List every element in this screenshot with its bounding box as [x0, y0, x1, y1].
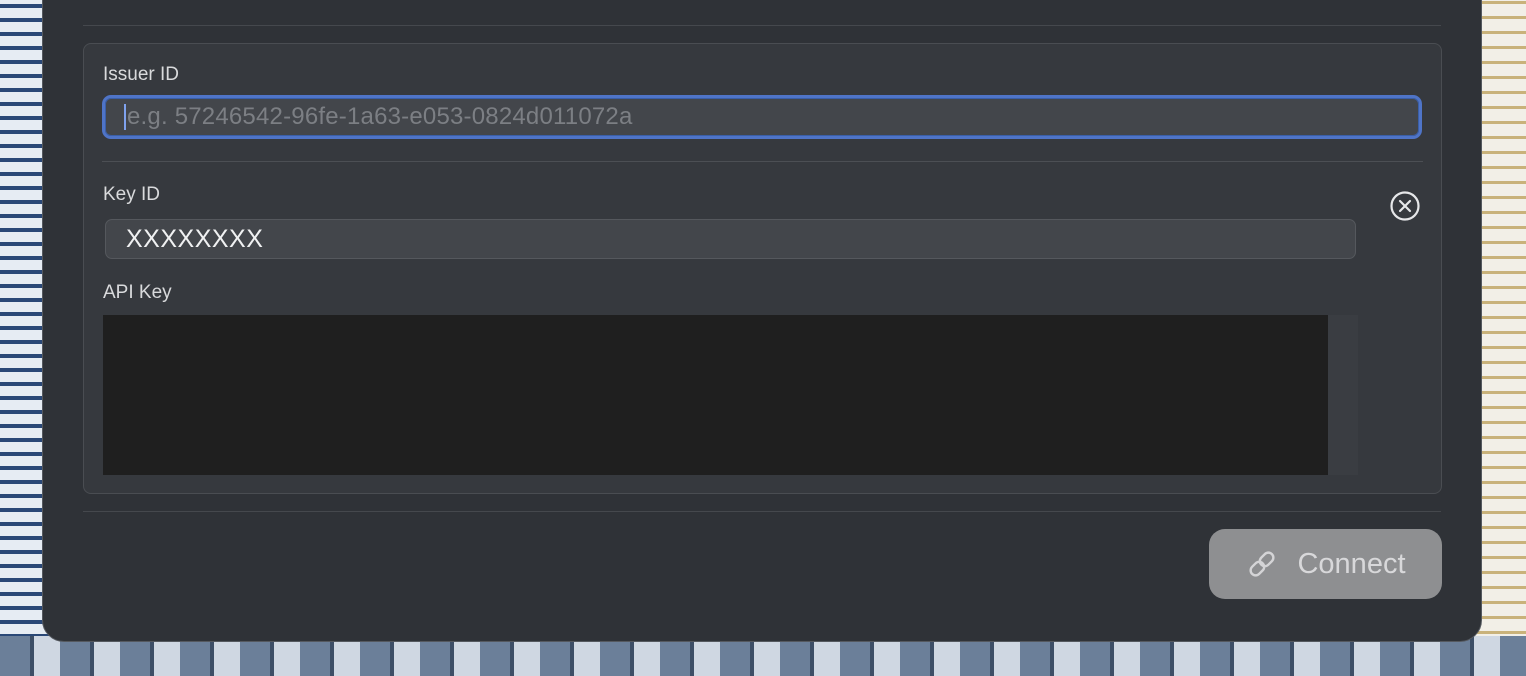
api-key-textarea[interactable]	[103, 315, 1328, 475]
connect-button[interactable]: Connect	[1209, 529, 1442, 599]
connect-dialog: Issuer ID e.g. 57246542-96fe-1a63-e053-0…	[42, 0, 1482, 642]
key-id-value: XXXXXXXX	[126, 224, 264, 253]
link-icon	[1249, 551, 1276, 577]
key-id-label: Key ID	[103, 184, 161, 205]
field-divider	[102, 161, 1423, 162]
api-key-scrollbar[interactable]	[1328, 315, 1358, 475]
top-divider	[83, 25, 1441, 26]
connect-label: Connect	[1297, 547, 1406, 580]
clear-circle-x-icon[interactable]	[1389, 190, 1421, 222]
key-id-input[interactable]: XXXXXXXX	[105, 219, 1356, 259]
desktop-wallpaper-bottom	[0, 636, 1526, 676]
bottom-divider	[83, 511, 1441, 512]
issuer-id-placeholder: e.g. 57246542-96fe-1a63-e053-0824d011072…	[127, 103, 633, 130]
text-caret	[124, 104, 126, 130]
issuer-id-label: Issuer ID	[103, 64, 180, 85]
credentials-form: Issuer ID e.g. 57246542-96fe-1a63-e053-0…	[83, 43, 1442, 494]
issuer-id-input[interactable]: e.g. 57246542-96fe-1a63-e053-0824d011072…	[102, 95, 1422, 139]
api-key-label: API Key	[103, 282, 172, 303]
